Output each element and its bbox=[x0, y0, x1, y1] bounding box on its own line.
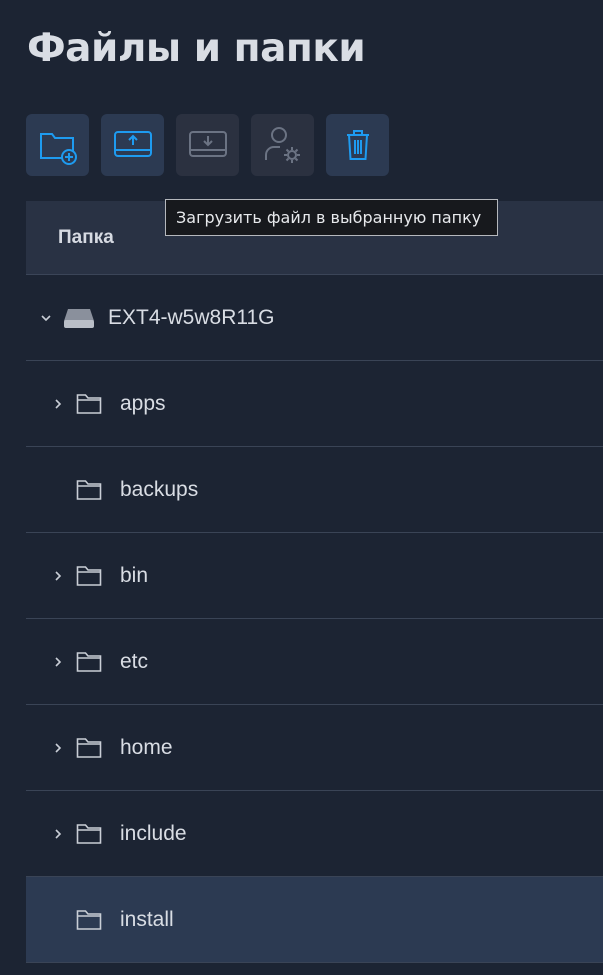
chevron-right-icon[interactable] bbox=[51, 827, 65, 841]
drive-label: EXT4-w5w8R11G bbox=[108, 305, 275, 329]
download-file-button[interactable] bbox=[176, 114, 239, 176]
folder-table: Папка EXT4-w5w8R11G apps backups bin etc… bbox=[26, 201, 603, 963]
chevron-down-icon[interactable] bbox=[39, 311, 53, 325]
chevron-right-icon[interactable] bbox=[51, 569, 65, 583]
table-row[interactable]: backups bbox=[26, 447, 603, 533]
user-gear-icon bbox=[264, 127, 300, 163]
table-row[interactable]: include bbox=[26, 791, 603, 877]
folder-icon bbox=[76, 565, 102, 587]
toolbar bbox=[26, 114, 389, 176]
folder-icon bbox=[76, 823, 102, 845]
folder-icon bbox=[76, 393, 102, 415]
delete-button[interactable] bbox=[326, 114, 389, 176]
row-label: apps bbox=[120, 391, 166, 415]
folder-icon bbox=[76, 737, 102, 759]
row-label: backups bbox=[120, 477, 199, 501]
table-row-selected[interactable]: install bbox=[26, 877, 603, 963]
row-label: include bbox=[120, 821, 187, 845]
page-title: Файлы и папки bbox=[27, 26, 366, 71]
folder-icon bbox=[76, 651, 102, 673]
chevron-right-icon[interactable] bbox=[51, 741, 65, 755]
table-row[interactable]: apps bbox=[26, 361, 603, 447]
drive-row[interactable]: EXT4-w5w8R11G bbox=[26, 275, 603, 361]
row-label: etc bbox=[120, 649, 149, 673]
table-row[interactable]: bin bbox=[26, 533, 603, 619]
table-row[interactable]: etc bbox=[26, 619, 603, 705]
permissions-button[interactable] bbox=[251, 114, 314, 176]
folder-plus-icon bbox=[39, 133, 77, 165]
upload-file-button[interactable] bbox=[101, 114, 164, 176]
drive-download-icon bbox=[188, 131, 227, 157]
folder-icon bbox=[76, 479, 102, 501]
create-folder-button[interactable] bbox=[26, 114, 89, 176]
folder-icon bbox=[76, 909, 102, 931]
row-label: bin bbox=[120, 563, 149, 587]
table-row[interactable]: home bbox=[26, 705, 603, 791]
drive-upload-icon bbox=[113, 131, 152, 157]
trash-icon bbox=[346, 130, 369, 160]
chevron-right-icon[interactable] bbox=[51, 655, 65, 669]
row-label: install bbox=[120, 907, 174, 931]
row-label: home bbox=[120, 735, 173, 759]
upload-tooltip: Загрузить файл в выбранную папку bbox=[165, 199, 498, 236]
chevron-right-icon[interactable] bbox=[51, 397, 65, 411]
drive-icon bbox=[63, 307, 95, 329]
